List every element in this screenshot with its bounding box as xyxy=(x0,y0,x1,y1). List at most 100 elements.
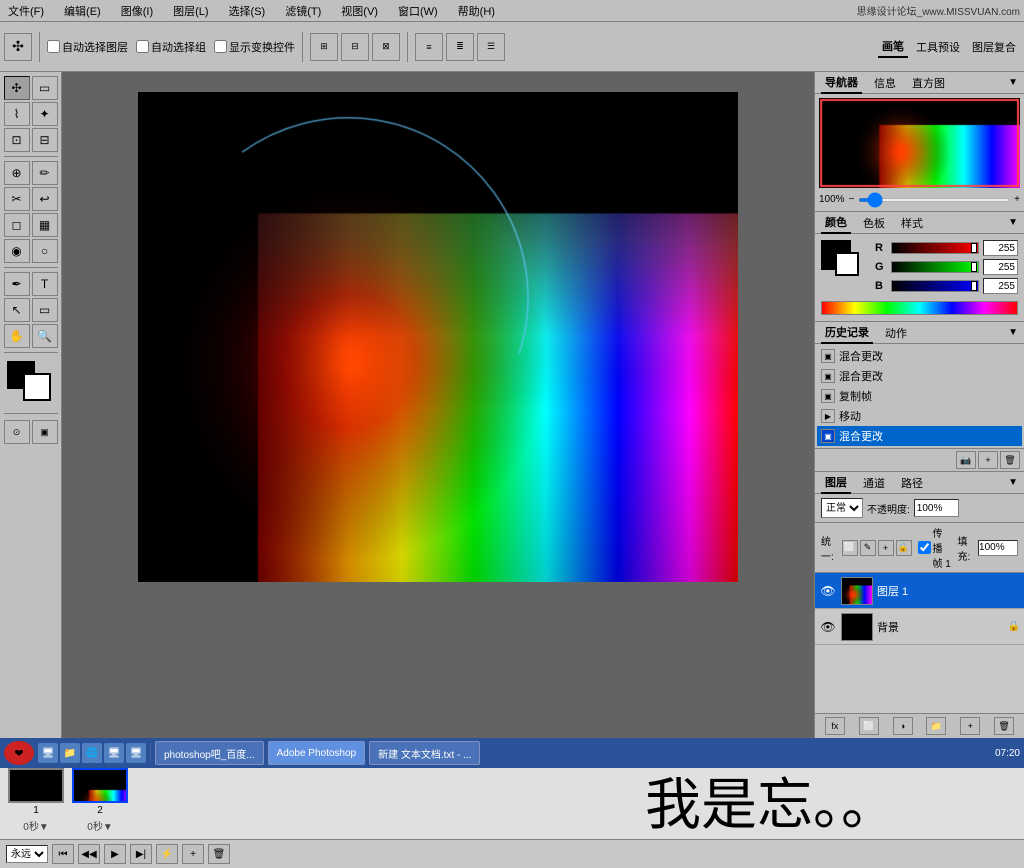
taskbar-app-2[interactable]: 新建 文本文档.txt - ... xyxy=(369,741,480,765)
magic-wand[interactable]: ✦ xyxy=(32,102,58,126)
align-btn-3[interactable]: ⊠ xyxy=(372,33,400,61)
red-slider[interactable] xyxy=(891,242,979,254)
menu-image[interactable]: 图像(I) xyxy=(117,1,157,21)
align-btn-1[interactable]: ⊞ xyxy=(310,33,338,61)
move-tool-icon[interactable]: ✣ xyxy=(4,33,32,61)
clone-tool[interactable]: ✂ xyxy=(4,187,30,211)
frame-item-0[interactable]: 1 0秒▼ xyxy=(6,768,66,833)
tab-actions[interactable]: 动作 xyxy=(881,323,911,343)
menu-window[interactable]: 窗口(W) xyxy=(394,1,442,21)
layer-del-btn[interactable]: 🗑 xyxy=(994,717,1014,735)
dist-btn-2[interactable]: ≣ xyxy=(446,33,474,61)
menu-select[interactable]: 选择(S) xyxy=(225,1,270,21)
layer-mask-btn[interactable]: ⬜ xyxy=(859,717,879,735)
frame-delay-1[interactable]: 0秒▼ xyxy=(87,818,112,833)
layer-group-btn[interactable]: 📁 xyxy=(926,717,946,735)
tab-paths[interactable]: 路径 xyxy=(897,473,927,493)
dodge-tool[interactable]: ○ xyxy=(32,239,58,263)
tab-history[interactable]: 历史记录 xyxy=(821,322,873,344)
dist-btn-1[interactable]: ≡ xyxy=(415,33,443,61)
tab-channels[interactable]: 通道 xyxy=(859,473,889,493)
lock-pos[interactable]: + xyxy=(878,540,894,556)
tab-info[interactable]: 信息 xyxy=(870,73,900,93)
layer-style-btn[interactable]: fx xyxy=(825,717,845,735)
prev-btn[interactable]: ◀◀ xyxy=(78,844,100,864)
green-slider[interactable] xyxy=(891,261,979,273)
blue-slider[interactable] xyxy=(891,280,979,292)
lasso-tool[interactable]: ⌇ xyxy=(4,102,30,126)
color-collapse[interactable]: ▼ xyxy=(1008,217,1018,228)
layer-new-btn[interactable]: + xyxy=(960,717,980,735)
eraser-tool[interactable]: ◻ xyxy=(4,213,30,237)
marquee-tool[interactable]: ▭ xyxy=(32,76,58,100)
new-frame-btn[interactable]: + xyxy=(182,844,204,864)
next-frame-btn[interactable]: ▶| xyxy=(130,844,152,864)
play-btn[interactable]: ▶ xyxy=(104,844,126,864)
taskbar-icon-4[interactable]: 🖥 xyxy=(104,743,124,763)
tab-swatches[interactable]: 色板 xyxy=(859,213,889,233)
lock-move[interactable]: ✎ xyxy=(860,540,876,556)
g-value[interactable]: 255 xyxy=(983,259,1018,275)
taskbar-app-1[interactable]: Adobe Photoshop xyxy=(268,741,366,765)
transmit-label[interactable]: 传播帧 1 xyxy=(918,525,952,570)
zoom-tool[interactable]: 🔍 xyxy=(32,324,58,348)
text-tool[interactable]: T xyxy=(32,272,58,296)
loop-select[interactable]: 永远 xyxy=(6,845,48,863)
menu-edit[interactable]: 编辑(E) xyxy=(60,1,105,21)
screen-mode[interactable]: ▣ xyxy=(32,420,58,444)
menu-file[interactable]: 文件(F) xyxy=(4,1,48,21)
hand-tool[interactable]: ✋ xyxy=(4,324,30,348)
tab-color[interactable]: 颜色 xyxy=(821,212,851,234)
layer-item-0[interactable]: 👁 图层 1 xyxy=(815,573,1024,609)
pen-tool[interactable]: ✒ xyxy=(4,272,30,296)
layer-eye-1[interactable]: 👁 xyxy=(819,618,837,636)
taskbar-app-0[interactable]: photoshop吧_百度... xyxy=(155,741,264,765)
zoom-in-icon[interactable]: + xyxy=(1014,194,1020,205)
show-transform-label[interactable]: 显示变换控件 xyxy=(214,39,295,55)
auto-select-layer-label[interactable]: 自动选择图层 xyxy=(47,39,128,55)
taskbar-icon-2[interactable]: 📁 xyxy=(60,743,80,763)
tab-styles[interactable]: 样式 xyxy=(897,213,927,233)
history-item-1[interactable]: ▣ 混合更改 xyxy=(817,366,1022,386)
frame-delay-0[interactable]: 0秒▼ xyxy=(23,818,48,833)
spot-heal[interactable]: ⊕ xyxy=(4,161,30,185)
crop-tool[interactable]: ⊡ xyxy=(4,128,30,152)
auto-select-group-label[interactable]: 自动选择组 xyxy=(136,39,206,55)
start-button[interactable]: ❤ xyxy=(4,741,34,765)
menu-view[interactable]: 视图(V) xyxy=(337,1,382,21)
rewind-btn[interactable]: ⏮ xyxy=(52,844,74,864)
tab-histogram[interactable]: 直方图 xyxy=(908,73,949,93)
show-transform-checkbox[interactable] xyxy=(214,40,227,53)
color-spectrum-bar[interactable] xyxy=(821,301,1018,315)
history-new-snap[interactable]: 📷 xyxy=(956,451,976,469)
shape-tool[interactable]: ▭ xyxy=(32,298,58,322)
background-color[interactable] xyxy=(23,373,51,401)
zoom-slider[interactable] xyxy=(858,198,1010,202)
navigator-collapse[interactable]: ▼ xyxy=(1008,77,1018,88)
layer-adj-btn[interactable]: ◑ xyxy=(893,717,913,735)
tab-layers[interactable]: 图层 xyxy=(821,472,851,494)
dist-btn-3[interactable]: ☰ xyxy=(477,33,505,61)
layer-item-1[interactable]: 👁 背景 🔒 xyxy=(815,609,1024,645)
main-canvas[interactable] xyxy=(138,92,738,582)
layers-collapse[interactable]: ▼ xyxy=(1008,477,1018,488)
gradient-tool[interactable]: ▦ xyxy=(32,213,58,237)
align-btn-2[interactable]: ⊟ xyxy=(341,33,369,61)
quick-mask[interactable]: ⊙ xyxy=(4,420,30,444)
move-tool[interactable]: ✣ xyxy=(4,76,30,100)
menu-filter[interactable]: 滤镜(T) xyxy=(281,1,325,21)
tab-tool-preset[interactable]: 工具预设 xyxy=(912,37,964,57)
brush-tool[interactable]: ✏ xyxy=(32,161,58,185)
r-value[interactable]: 255 xyxy=(983,240,1018,256)
history-new-state[interactable]: + xyxy=(978,451,998,469)
zoom-out-icon[interactable]: − xyxy=(849,194,855,205)
blur-tool[interactable]: ◉ xyxy=(4,239,30,263)
history-collapse[interactable]: ▼ xyxy=(1008,327,1018,338)
fill-input[interactable] xyxy=(978,540,1018,556)
lock-px[interactable]: ⬜ xyxy=(842,540,858,556)
taskbar-icon-3[interactable]: 🌐 xyxy=(82,743,102,763)
delete-frame-btn[interactable]: 🗑 xyxy=(208,844,230,864)
taskbar-icon-1[interactable]: 🖥 xyxy=(38,743,58,763)
b-value[interactable]: 255 xyxy=(983,278,1018,294)
lock-all[interactable]: 🔒 xyxy=(896,540,912,556)
